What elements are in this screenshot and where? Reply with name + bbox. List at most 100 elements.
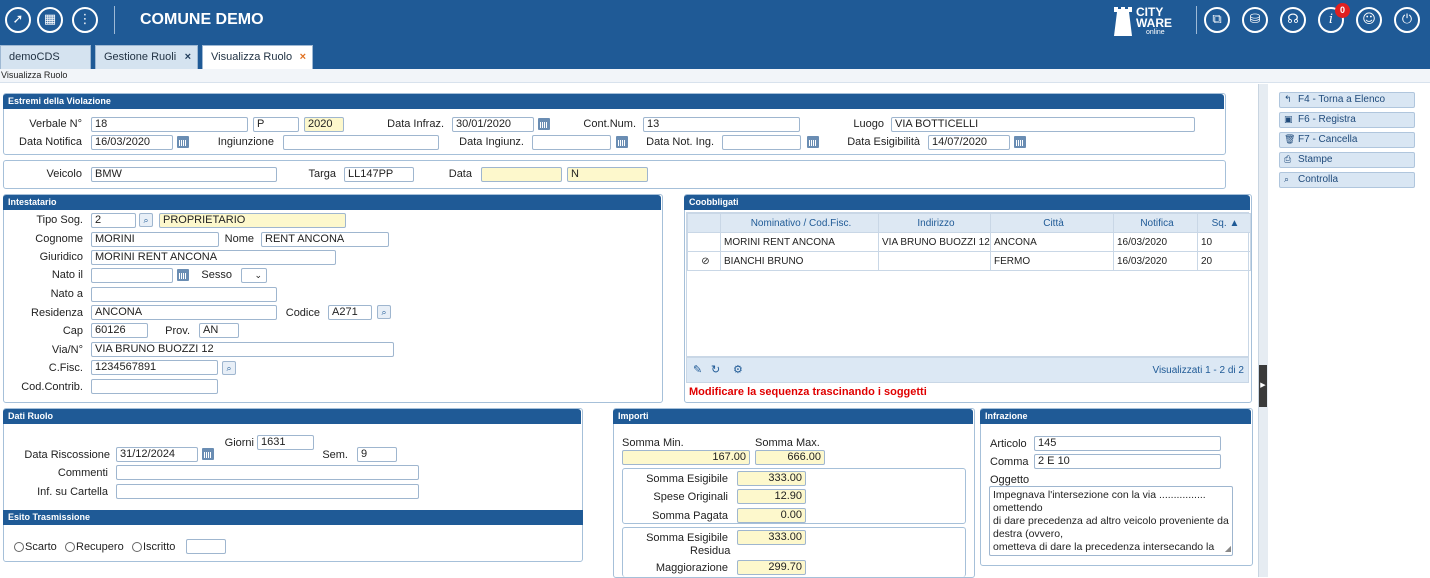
rocket-icon[interactable]: ➚ (5, 7, 31, 33)
articolo-field[interactable]: 145 (1034, 436, 1221, 451)
data-infraz-field[interactable]: 30/01/2020 (452, 117, 534, 132)
residenza-field[interactable]: ANCONA (91, 305, 277, 320)
grid-icon[interactable]: ▦ (37, 7, 63, 33)
giuridico-field[interactable]: MORINI RENT ANCONA (91, 250, 336, 265)
edit-icon[interactable]: ✎ (693, 363, 702, 376)
tab-home[interactable]: demoCDS Home (0, 45, 91, 86)
cont-field[interactable]: 13 (643, 117, 800, 132)
oggetto-textarea[interactable]: Impegnava l'intersezione con la via ....… (989, 486, 1233, 556)
tab-gestione-ruoli[interactable]: Gestione Ruoli × (95, 45, 198, 69)
anno-field[interactable]: 2020 (304, 117, 344, 132)
inf-field[interactable] (116, 484, 419, 499)
column-header[interactable]: Notifica (1113, 213, 1198, 233)
prefix-field[interactable]: P (253, 117, 299, 132)
commenti-field[interactable] (116, 465, 419, 480)
search-icon[interactable]: ⌕ (377, 305, 391, 319)
ingiunzione-field[interactable] (283, 135, 439, 150)
residenza-label: Residenza (31, 307, 83, 319)
luogo-field[interactable]: VIA BOTTICELLI (891, 117, 1195, 132)
back-button[interactable]: ↰ F4 - Torna a Elenco (1279, 92, 1415, 108)
max-field[interactable]: 666.00 (755, 450, 825, 465)
nome-field[interactable]: RENT ANCONA (261, 232, 389, 247)
giorni-field[interactable]: 1631 (257, 435, 314, 450)
window-icon[interactable]: ⧉ (1204, 7, 1230, 33)
close-icon[interactable]: × (185, 46, 191, 69)
user-icon[interactable]: ☺ (1356, 7, 1382, 33)
collapse-arrow-icon[interactable]: ▶ (1259, 365, 1267, 407)
verbale-label: Verbale N° (29, 118, 82, 130)
ban-icon[interactable]: ⊘ (687, 251, 721, 271)
nato-il-field[interactable] (91, 268, 173, 283)
divider (1196, 6, 1197, 34)
prov-field[interactable]: AN (199, 323, 239, 338)
spese-field[interactable]: 12.90 (737, 489, 806, 504)
prov-label: Prov. (165, 325, 190, 337)
print-button[interactable]: ⎙ Stampe (1279, 152, 1415, 168)
gear-icon[interactable]: ⚙ (733, 363, 743, 376)
delete-button[interactable]: 🗑 F7 - Cancella (1279, 132, 1415, 148)
data-ingiunz-field[interactable] (532, 135, 611, 150)
esito-field[interactable] (186, 539, 226, 554)
residua-field[interactable]: 333.00 (737, 530, 806, 545)
calendar-icon[interactable] (1014, 136, 1026, 148)
targa-field[interactable]: LL147PP (344, 167, 414, 182)
calendar-icon[interactable] (177, 269, 189, 281)
calendar-icon[interactable] (202, 448, 214, 460)
tower-icon (1114, 7, 1132, 36)
save-button[interactable]: ▣ F6 - Registra (1279, 112, 1415, 128)
nome-label: Nome (224, 233, 254, 245)
resize-handle-icon[interactable]: ◢ (1225, 542, 1231, 555)
refresh-icon[interactable]: ↻ (711, 363, 720, 376)
n-field[interactable]: N (567, 167, 648, 182)
tipo-field[interactable]: 2 (91, 213, 136, 228)
verbale-field[interactable]: 18 (91, 117, 248, 132)
cap-field[interactable]: 60126 (91, 323, 148, 338)
db-icon[interactable]: ⛁ (1242, 7, 1268, 33)
nato-a-field[interactable] (91, 287, 277, 302)
min-field[interactable]: 167.00 (622, 450, 750, 465)
codice-field[interactable]: A271 (328, 305, 372, 320)
via-field[interactable]: VIA BRUNO BUOZZI 12 (91, 342, 394, 357)
data-not-ing-field[interactable] (722, 135, 801, 150)
close-icon[interactable]: × (300, 46, 306, 69)
check-button[interactable]: ⌕ Controlla (1279, 172, 1415, 188)
sem-field[interactable]: 9 (357, 447, 397, 462)
comma-field[interactable]: 2 E 10 (1034, 454, 1221, 469)
codcontrib-field[interactable] (91, 379, 218, 394)
data-esig-field[interactable]: 14/07/2020 (928, 135, 1010, 150)
veicolo-field[interactable]: BMW (91, 167, 277, 182)
splitter[interactable] (1258, 84, 1268, 577)
sesso-select[interactable]: ⌄ (241, 268, 267, 283)
search-icon[interactable]: ⌕ (222, 361, 236, 375)
cf-field[interactable]: 1234567891 (91, 360, 218, 375)
data-risc-field[interactable]: 31/12/2024 (116, 447, 198, 462)
search-icon[interactable]: ⌕ (139, 213, 153, 227)
column-header[interactable]: Sq. ▲ (1197, 213, 1251, 233)
divider (114, 6, 115, 34)
cognome-field[interactable]: MORINI (91, 232, 219, 247)
column-header[interactable]: Nominativo / Cod.Fisc. (720, 213, 879, 233)
table-row[interactable]: ⊘ BIANCHI BRUNO FERMO 16/03/2020 20 (687, 251, 1251, 271)
recupero-radio[interactable] (65, 542, 75, 552)
calendar-icon[interactable] (177, 136, 189, 148)
iscritto-radio[interactable] (132, 542, 142, 552)
data-field[interactable] (481, 167, 562, 182)
calendar-icon[interactable] (616, 136, 628, 148)
power-icon[interactable]: ⏻ (1394, 7, 1420, 33)
data-notifica-field[interactable]: 16/03/2020 (91, 135, 173, 150)
calendar-icon[interactable] (807, 136, 819, 148)
column-header[interactable]: Indirizzo (878, 213, 991, 233)
app-title: COMUNE DEMO (140, 11, 264, 28)
column-header[interactable]: Città (990, 213, 1114, 233)
headset-icon[interactable]: ☊ (1280, 7, 1306, 33)
pagata-field[interactable]: 0.00 (737, 508, 806, 523)
table-row[interactable]: MORINI RENT ANCONA VIA BRUNO BUOZZI 12 A… (687, 232, 1251, 252)
magg-field[interactable]: 299.70 (737, 560, 806, 575)
more-icon[interactable]: ⋮ (72, 7, 98, 33)
tab-visualizza-ruolo[interactable]: Visualizza Ruolo × (202, 45, 313, 69)
calendar-icon[interactable] (538, 118, 550, 130)
inf-label: Inf. su Cartella (37, 486, 108, 498)
scarto-radio[interactable] (14, 542, 24, 552)
esig-field[interactable]: 333.00 (737, 471, 806, 486)
residua-label-2: Residua (690, 545, 731, 557)
